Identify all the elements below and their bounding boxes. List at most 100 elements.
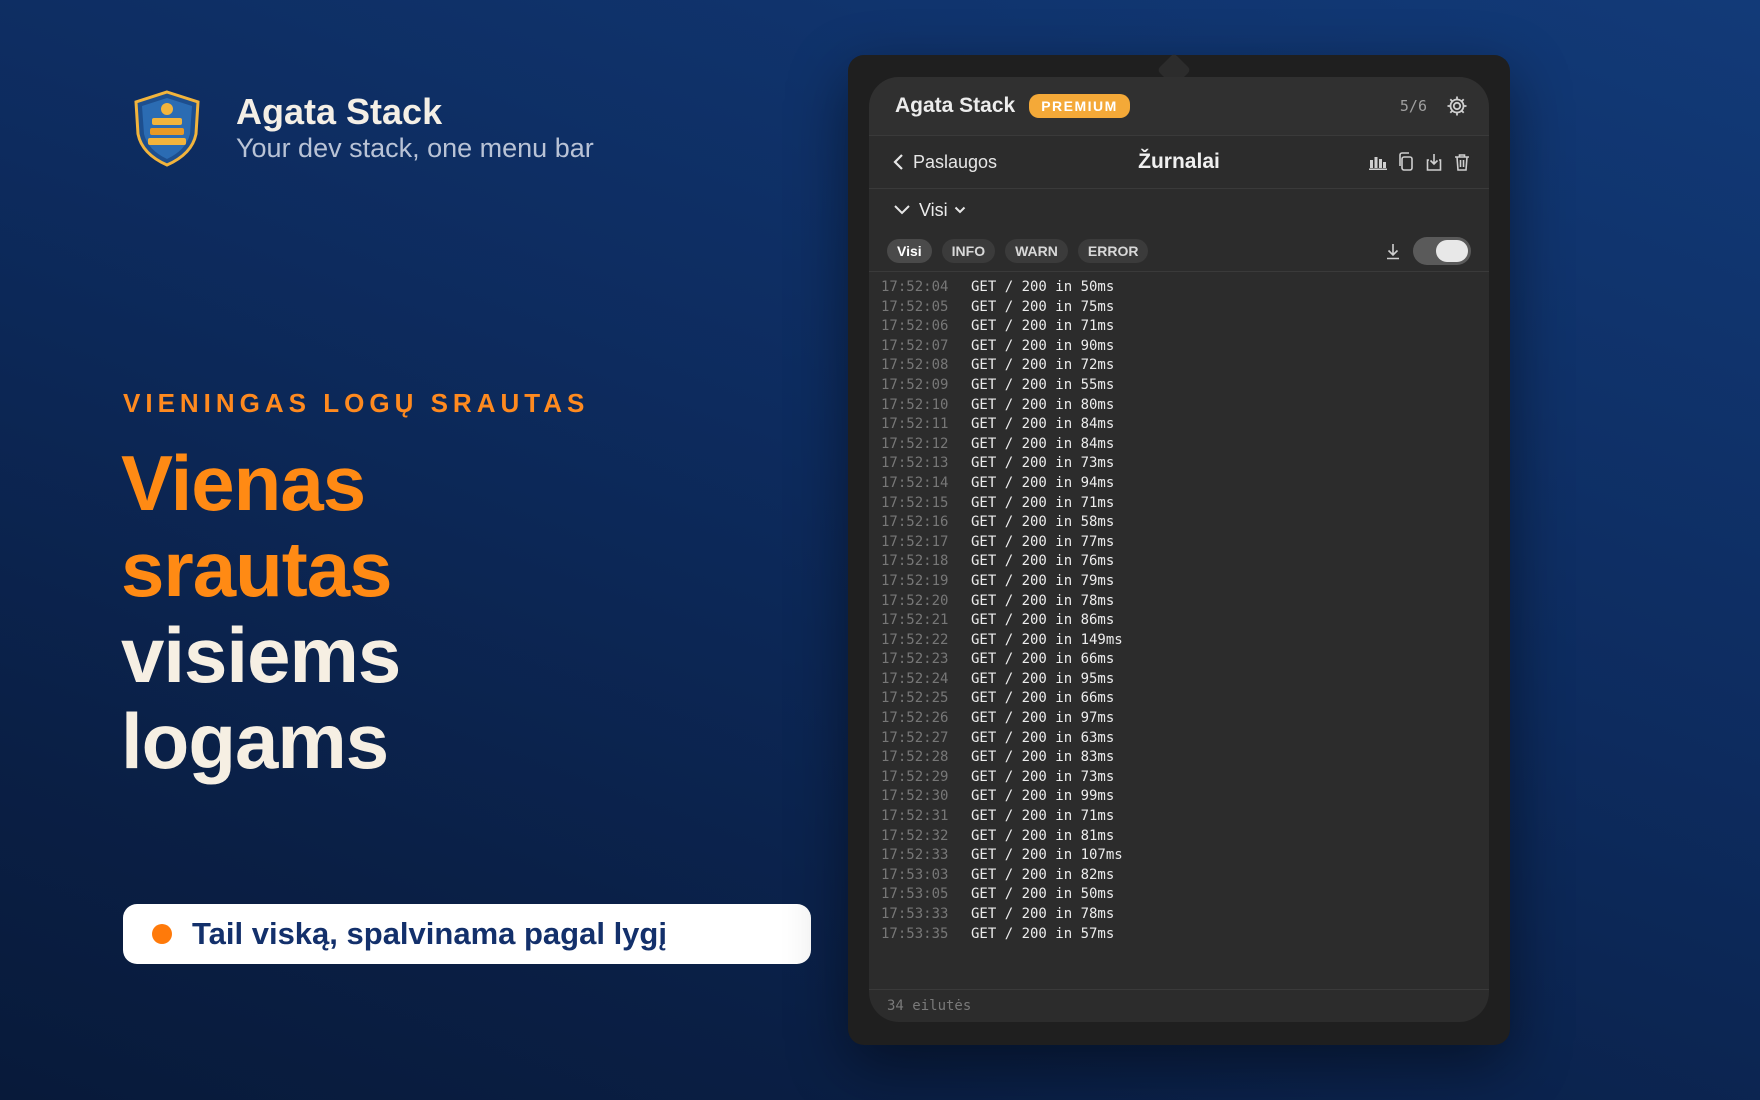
log-timestamp: 17:52:30: [881, 788, 949, 805]
log-message: GET / 200 in 78ms: [971, 906, 1115, 922]
log-timestamp: 17:52:22: [881, 631, 949, 648]
log-message: GET / 200 in 77ms: [971, 533, 1115, 550]
log-row: 17:52:28 GET / 200 in 83ms: [881, 748, 1489, 768]
headline-line-2: srautas: [121, 525, 393, 613]
log-timestamp: 17:52:32: [881, 827, 949, 844]
log-timestamp: 17:52:06: [881, 318, 949, 335]
log-list[interactable]: 17:52:04 GET / 200 in 50ms 17:52:05 GET / 2…: [869, 272, 1489, 996]
log-row: 17:52:19 GET / 200 in 79ms: [881, 572, 1489, 592]
app-window: Agata Stack PREMIUM 5/6 Paslaugos Žurnal…: [869, 77, 1489, 1022]
headline-line-1: Vienas: [121, 439, 366, 527]
log-message: GET / 200 in 71ms: [971, 808, 1115, 825]
log-message: GET / 200 in 71ms: [971, 318, 1115, 335]
log-timestamp: 17:52:26: [881, 710, 949, 727]
gear-icon[interactable]: [1445, 94, 1469, 118]
log-timestamp: 17:52:07: [881, 337, 949, 354]
log-message: GET / 200 in 50ms: [971, 279, 1115, 295]
log-message: GET / 200 in 95ms: [971, 670, 1115, 687]
log-message: GET / 200 in 99ms: [971, 788, 1115, 805]
log-row: 17:52:07 GET / 200 in 90ms: [881, 337, 1489, 357]
export-icon[interactable]: [1425, 152, 1443, 172]
log-timestamp: 17:52:08: [881, 357, 949, 374]
log-message: GET / 200 in 63ms: [971, 729, 1115, 746]
log-timestamp: 17:52:05: [881, 298, 949, 315]
back-button[interactable]: Paslaugos: [893, 152, 997, 173]
source-selector[interactable]: Visi: [869, 189, 1489, 231]
toggle-knob: [1436, 240, 1468, 262]
log-message: GET / 200 in 58ms: [971, 514, 1115, 531]
log-row: 17:52:30 GET / 200 in 99ms: [881, 787, 1489, 807]
filter-chip-warn[interactable]: WARN: [1005, 239, 1068, 263]
log-message: GET / 200 in 94ms: [971, 474, 1115, 491]
log-message: GET / 200 in 97ms: [971, 710, 1115, 727]
log-timestamp: 17:52:11: [881, 416, 949, 433]
hero-headline: Vienas srautas visiems logams: [121, 439, 401, 785]
log-message: GET / 200 in 71ms: [971, 494, 1115, 511]
log-timestamp: 17:52:17: [881, 533, 949, 550]
log-timestamp: 17:52:25: [881, 690, 949, 707]
download-icon[interactable]: [1385, 242, 1401, 260]
log-message: GET / 200 in 82ms: [971, 866, 1115, 883]
log-message: GET / 200 in 50ms: [971, 886, 1115, 903]
log-row: 17:53:33 GET / 200 in 78ms: [881, 905, 1489, 925]
log-row: 17:52:32 GET / 200 in 81ms: [881, 827, 1489, 847]
log-message: GET / 200 in 76ms: [971, 553, 1115, 570]
log-timestamp: 17:53:33: [881, 906, 949, 922]
filter-chip-info[interactable]: INFO: [941, 239, 996, 263]
chevron-down-icon: [894, 205, 910, 215]
filter-chip-all[interactable]: Visi: [887, 239, 932, 263]
app-title: Agata Stack: [895, 94, 1016, 117]
log-timestamp: 17:52:19: [881, 572, 949, 589]
log-timestamp: 17:52:12: [881, 435, 949, 452]
log-message: GET / 200 in 66ms: [971, 690, 1115, 707]
log-timestamp: 17:52:16: [881, 514, 949, 531]
log-message: GET / 200 in 81ms: [971, 827, 1115, 844]
shield-logo-icon: [134, 90, 200, 167]
log-row: 17:52:23 GET / 200 in 66ms: [881, 650, 1489, 670]
log-message: GET / 200 in 80ms: [971, 396, 1115, 413]
copy-icon[interactable]: [1397, 152, 1415, 172]
log-row: 17:52:24 GET / 200 in 95ms: [881, 670, 1489, 690]
log-row: 17:52:25 GET / 200 in 66ms: [881, 689, 1489, 709]
log-timestamp: 17:52:20: [881, 592, 949, 609]
auto-scroll-toggle[interactable]: [1413, 237, 1471, 265]
log-timestamp: 17:52:13: [881, 455, 949, 472]
feature-pill: Tail viską, spalvinama pagal lygį: [123, 904, 811, 964]
log-message: GET / 200 in 72ms: [971, 357, 1115, 374]
log-row: 17:53:05 GET / 200 in 50ms: [881, 885, 1489, 905]
bar-chart-icon[interactable]: [1369, 152, 1387, 172]
title-bar: Agata Stack PREMIUM 5/6: [869, 77, 1489, 136]
log-timestamp: 17:53:03: [881, 866, 949, 883]
log-message: GET / 200 in 75ms: [971, 298, 1115, 315]
log-message: GET / 200 in 55ms: [971, 376, 1115, 393]
log-timestamp: 17:52:27: [881, 729, 949, 746]
log-message: GET / 200 in 66ms: [971, 651, 1115, 668]
premium-badge: PREMIUM: [1029, 94, 1130, 118]
log-row: 17:52:04 GET / 200 in 50ms: [881, 278, 1489, 298]
log-row: 17:52:15 GET / 200 in 71ms: [881, 494, 1489, 514]
log-row: 17:52:08 GET / 200 in 72ms: [881, 356, 1489, 376]
log-message: GET / 200 in 73ms: [971, 455, 1115, 472]
log-timestamp: 17:53:35: [881, 925, 949, 942]
log-row: 17:52:18 GET / 200 in 76ms: [881, 552, 1489, 572]
log-timestamp: 17:52:23: [881, 651, 949, 668]
headline-line-4: logams: [121, 697, 389, 785]
log-timestamp: 17:52:15: [881, 494, 949, 511]
log-message: GET / 200 in 83ms: [971, 749, 1115, 766]
filter-chip-error[interactable]: ERROR: [1077, 239, 1149, 263]
feature-text: Tail viską, spalvinama pagal lygį: [192, 916, 667, 951]
log-row: 17:52:31 GET / 200 in 71ms: [881, 807, 1489, 827]
log-row: 17:52:17 GET / 200 in 77ms: [881, 533, 1489, 553]
trash-icon[interactable]: [1453, 152, 1471, 172]
headline-line-3: visiems: [121, 611, 401, 699]
chevron-left-icon: [893, 154, 903, 170]
log-row: 17:52:20 GET / 200 in 78ms: [881, 592, 1489, 612]
brand-name: Agata Stack: [236, 91, 443, 132]
log-timestamp: 17:52:33: [881, 847, 949, 864]
log-row: 17:53:03 GET / 200 in 82ms: [881, 866, 1489, 886]
log-message: GET / 200 in 149ms: [971, 631, 1123, 648]
log-timestamp: 17:52:28: [881, 749, 949, 766]
log-timestamp: 17:52:04: [881, 279, 949, 295]
log-message: GET / 200 in 57ms: [971, 925, 1115, 942]
log-row: 17:52:11 GET / 200 in 84ms: [881, 415, 1489, 435]
